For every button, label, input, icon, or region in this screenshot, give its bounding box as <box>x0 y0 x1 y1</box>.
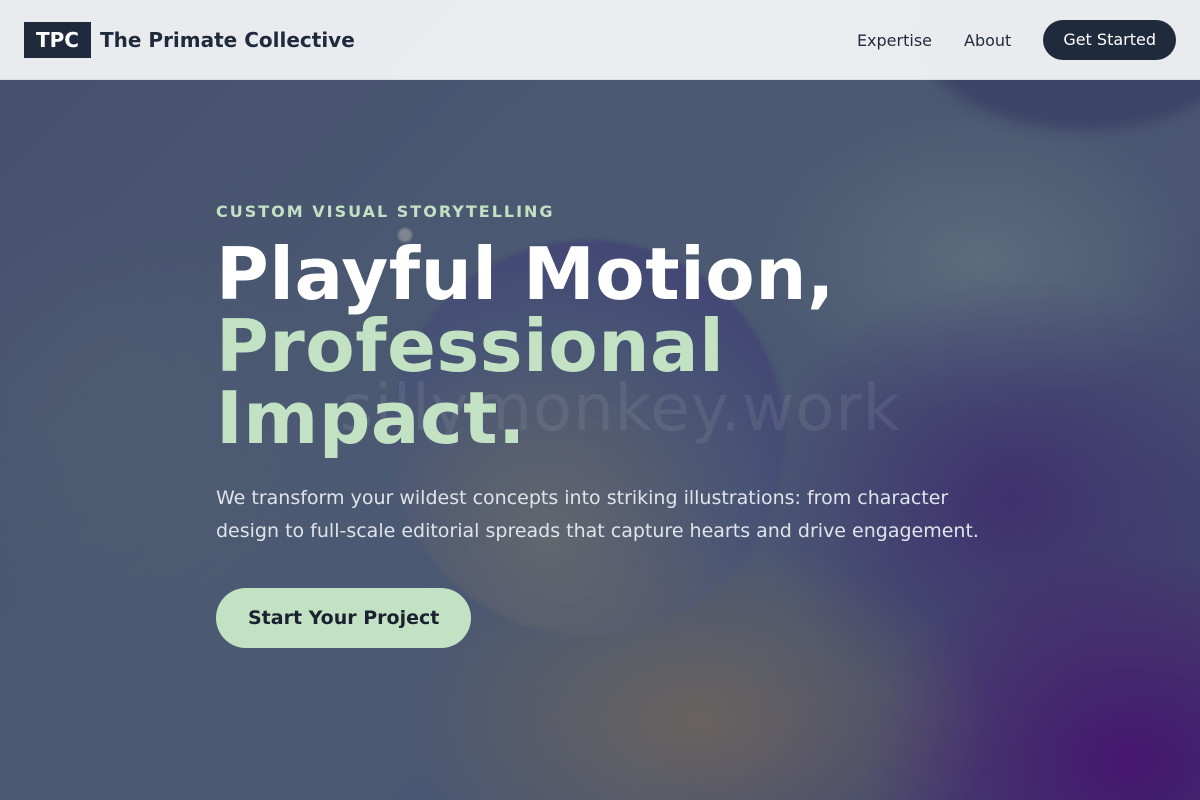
nav-link-about[interactable]: About <box>964 31 1011 50</box>
headline-line-1: Playful Motion, <box>216 232 835 316</box>
hero-section: CUSTOM VISUAL STORYTELLING Playful Motio… <box>216 200 1016 648</box>
hero-headline: Playful Motion, Professional Impact. <box>216 238 1016 454</box>
logo-badge[interactable]: TPC <box>24 22 91 58</box>
start-project-button[interactable]: Start Your Project <box>216 588 472 648</box>
main-nav: Expertise About Get Started <box>857 0 1176 80</box>
headline-line-3: Impact. <box>216 376 526 460</box>
headline-line-2: Professional <box>216 304 725 388</box>
brand-name[interactable]: The Primate Collective <box>100 26 355 54</box>
hero-eyebrow: CUSTOM VISUAL STORYTELLING <box>216 202 555 221</box>
site-header: TPC The Primate Collective Expertise Abo… <box>0 0 1200 80</box>
nav-link-expertise[interactable]: Expertise <box>857 31 932 50</box>
get-started-button[interactable]: Get Started <box>1043 20 1176 60</box>
hero-description: We transform your wildest concepts into … <box>216 487 979 542</box>
